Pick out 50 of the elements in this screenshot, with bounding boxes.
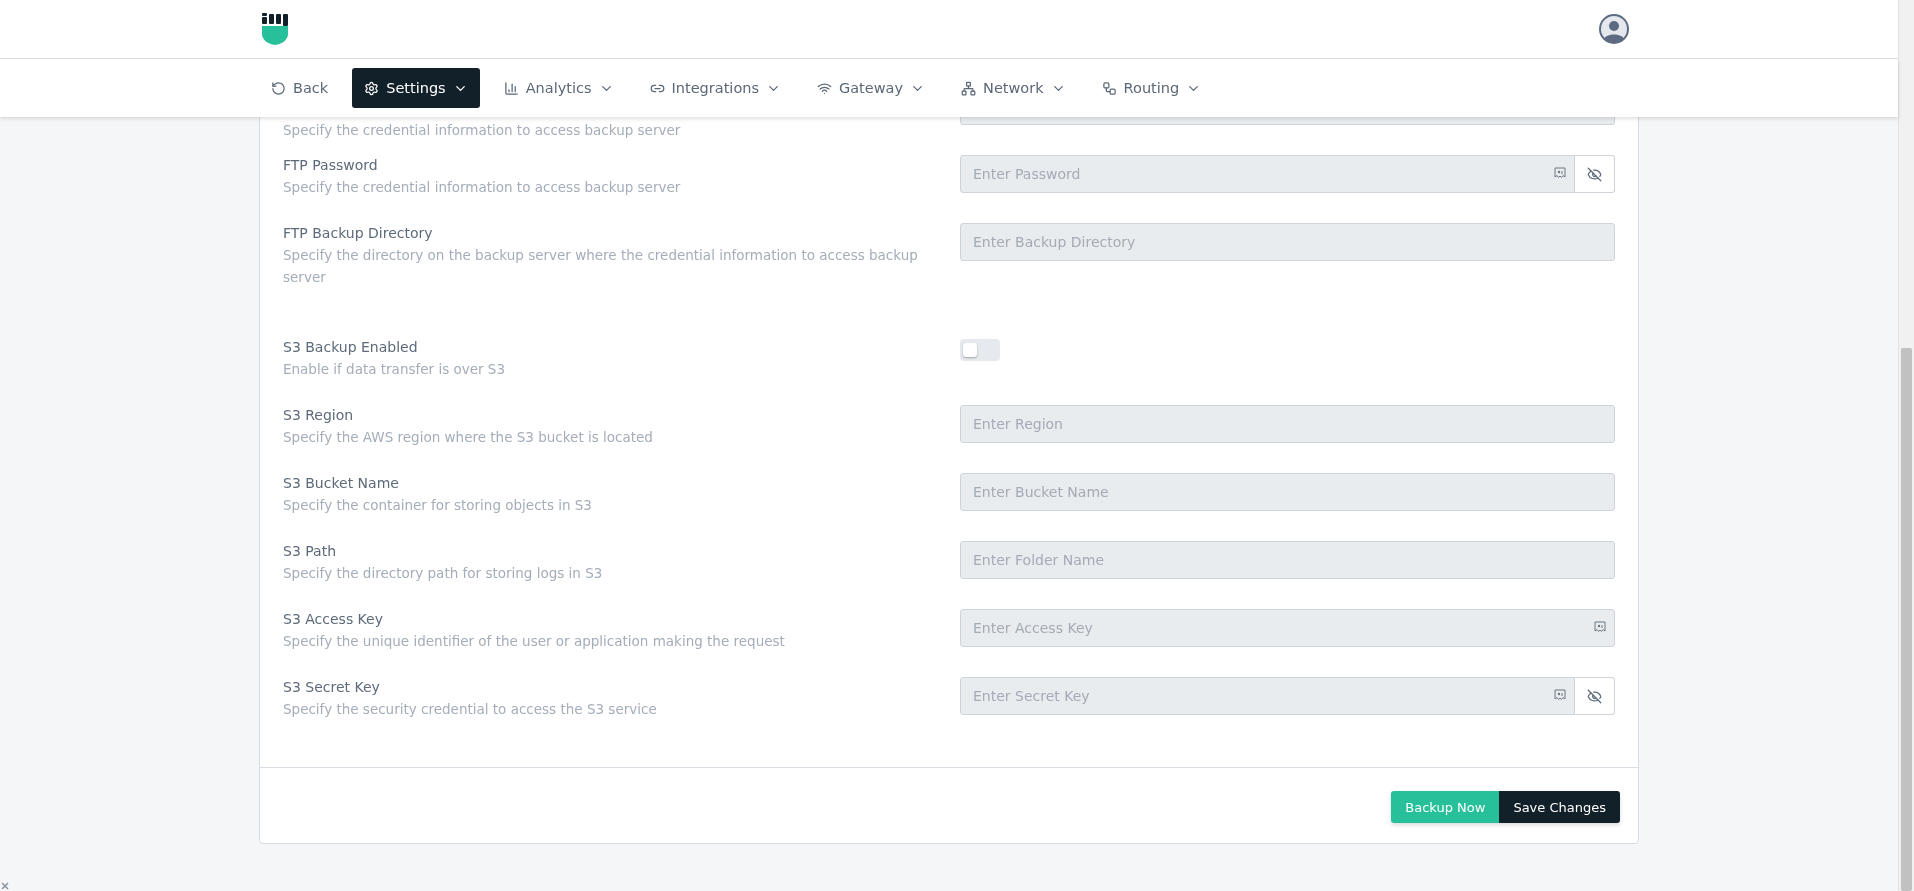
setting-description: Specify the directory path for storing logs in S3 [283,564,604,583]
network-icon [961,80,977,96]
close-icon[interactable] [1,882,9,890]
input-field[interactable]: Enter Backup Directory [960,223,1615,261]
logo[interactable] [261,13,289,45]
undo-icon [271,80,286,96]
visibility-button[interactable] [1575,155,1615,193]
input-field[interactable]: Enter Secret Key [960,677,1575,715]
setting-description: Specify the credential information to access backup server [283,121,682,140]
nav-tab[interactable]: Integrations [637,68,793,108]
eye-off-icon [1587,166,1602,182]
input-field[interactable]: Enter Region [960,405,1615,443]
setting-label: S3 Region [283,406,355,425]
setting-description: Specify the credential information to access backup server [283,178,682,197]
setting-description: Enable if data transfer is over S3 [283,360,506,379]
nav-tab[interactable]: Gateway [805,68,938,108]
toggle-switch[interactable] [960,339,1000,361]
setting-description: Specify the container for storing objects in S3 [283,496,593,515]
setting-label: S3 Path [283,542,337,561]
bar-chart-icon [503,80,519,96]
setting-description: Specify the unique identifier of the user or application making the request [283,632,786,651]
wifi-icon [817,80,832,96]
nav-tab[interactable]: Network [949,68,1078,108]
setting-description: Specify the security credential to access the S3 service [283,700,658,719]
nodes-icon [1101,80,1117,96]
nav-tab[interactable]: Settings [352,68,480,108]
eye-off-icon [1587,688,1602,704]
setting-label: S3 Bucket Name [283,474,400,493]
setting-description: Specify the AWS region where the S3 bucket is located [283,428,654,447]
visibility-button[interactable] [1575,677,1615,715]
input-field[interactable]: Enter Folder Name [960,541,1615,579]
nav-tab[interactable]: Back [259,68,341,108]
setting-label: FTP Backup Directory [283,224,434,243]
nav-tab[interactable]: Routing [1089,68,1214,108]
input-field[interactable]: Enter Bucket Name [960,473,1615,511]
setting-label: S3 Access Key [283,610,384,629]
save-button[interactable]: Save Changes [1499,791,1620,823]
input-field[interactable]: Enter Password [960,155,1575,193]
password-manager-icon[interactable] [1594,621,1606,634]
nav-tab[interactable]: Analytics [491,68,626,108]
setting-label: FTP Password [283,156,379,175]
password-manager-icon[interactable] [1554,689,1566,702]
setting-description: Specify the directory on the backup server where the credential information to access backup server [283,246,919,287]
avatar[interactable] [1599,14,1629,44]
input-field[interactable]: Enter Access Key [960,609,1615,647]
password-manager-icon[interactable] [1554,167,1566,180]
setting-label: S3 Secret Key [283,678,381,697]
scrollbar[interactable] [1898,0,1914,891]
settings-icon [364,80,380,96]
setting-label: S3 Backup Enabled [283,338,419,357]
